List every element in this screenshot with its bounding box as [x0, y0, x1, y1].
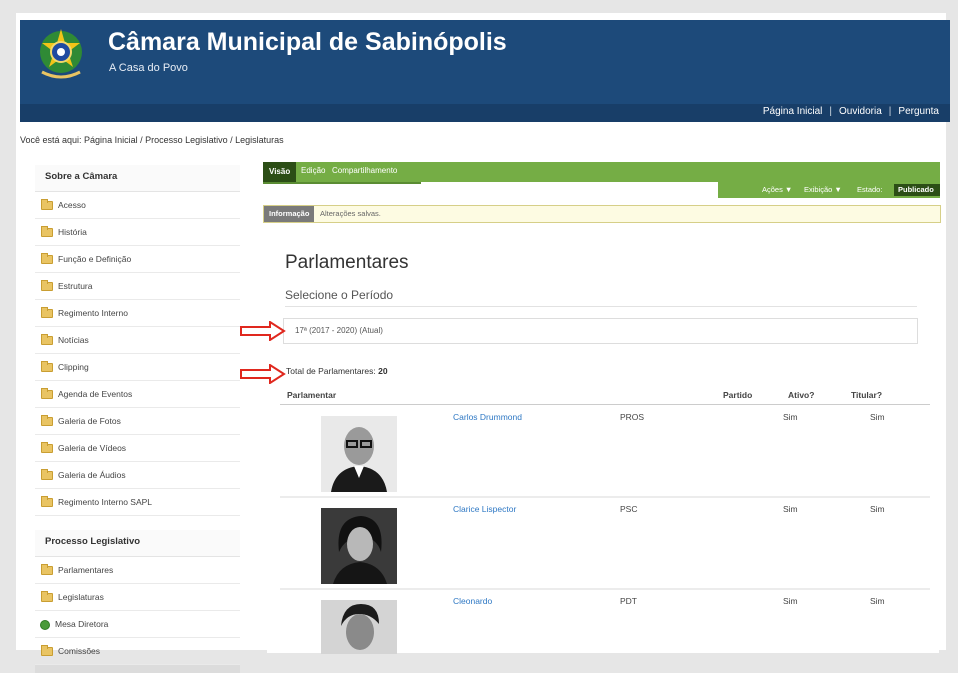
- total-parlamentares: Total de Parlamentares: 20: [286, 366, 388, 376]
- gear-icon: [41, 620, 49, 629]
- table-row: Carlos Drummond PROS Sim Sim: [280, 406, 930, 498]
- party-cell: PDT: [620, 596, 637, 606]
- breadcrumb: Você está aqui: Página Inicial / Process…: [20, 135, 284, 145]
- exibicao-menu[interactable]: Exibição ▼: [804, 185, 842, 194]
- parlamentar-name-link[interactable]: Cleonardo: [453, 596, 492, 606]
- sidebar-item-galeria-videos[interactable]: Galeria de Vídeos: [35, 435, 240, 462]
- column-header-parlamentar[interactable]: Parlamentar: [287, 390, 336, 400]
- ativo-cell: Sim: [783, 504, 798, 514]
- sidebar-item-mesa-diretora[interactable]: Mesa Diretora: [35, 611, 240, 638]
- folder-icon: [41, 496, 53, 508]
- info-text: Alterações salvas.: [320, 209, 381, 218]
- sidebar-item-galeria-fotos[interactable]: Galeria de Fotos: [35, 408, 240, 435]
- sidebar-section-title: Sobre a Câmara: [35, 165, 240, 192]
- sidebar-section-title: Processo Legislativo: [35, 530, 240, 557]
- party-cell: PROS: [620, 412, 645, 422]
- titular-cell: Sim: [870, 412, 885, 422]
- top-navbar: Página Inicial | Ouvidoria | Pergunta: [20, 104, 950, 122]
- sidebar-item-regimento-sapl[interactable]: Regimento Interno SAPL: [35, 489, 240, 516]
- divider: [285, 306, 917, 307]
- total-value: 20: [378, 366, 388, 376]
- sidebar-item-legislaturas[interactable]: Legislaturas: [35, 584, 240, 611]
- sidebar-item-acesso[interactable]: Acesso: [35, 192, 240, 219]
- estado-menu[interactable]: Publicado ▼: [894, 184, 940, 206]
- parlamentar-photo[interactable]: [321, 416, 397, 492]
- sidebar-item-clipping[interactable]: Clipping: [35, 354, 240, 381]
- select-period-label: Selecione o Período: [285, 288, 394, 302]
- table-header: Parlamentar Partido Ativo? Titular?: [280, 388, 930, 405]
- column-header-titular[interactable]: Titular?: [851, 390, 882, 400]
- sidebar-item-noticias[interactable]: Notícias: [35, 327, 240, 354]
- estado-label: Estado:: [857, 185, 883, 194]
- sidebar-item-comissoes[interactable]: Comissões: [35, 638, 240, 665]
- sidebar-item-galeria-audios[interactable]: Galeria de Áudios: [35, 462, 240, 489]
- folder-icon: [41, 469, 53, 481]
- sidebar-item-regimento[interactable]: Regimento Interno: [35, 300, 240, 327]
- column-header-ativo[interactable]: Ativo?: [788, 390, 814, 400]
- sidebar-item-historia[interactable]: História: [35, 219, 240, 246]
- sidebar-item-funcao[interactable]: Função e Definição: [35, 246, 240, 273]
- arrow-right-icon: [240, 364, 286, 384]
- folder-icon: [41, 361, 53, 373]
- sidebar-item-agenda[interactable]: Agenda de Eventos: [35, 381, 240, 408]
- site-subtitle: A Casa do Povo: [109, 62, 188, 74]
- coat-of-arms-icon[interactable]: [36, 26, 86, 82]
- tab-visao[interactable]: Visão: [263, 162, 297, 182]
- sidebar-selected-item[interactable]: [35, 665, 240, 673]
- folder-icon: [41, 591, 53, 603]
- info-message: Informação Alterações salvas.: [263, 205, 941, 223]
- site-header: Câmara Municipal de Sabinópolis A Casa d…: [20, 20, 950, 104]
- tab-compartilhamento[interactable]: Compartilhamento: [332, 166, 397, 175]
- tab-edicao[interactable]: Edição: [301, 166, 325, 175]
- sidebar-item-estrutura[interactable]: Estrutura: [35, 273, 240, 300]
- edit-tabs-bar: Visão Edição Compartilhamento: [263, 162, 940, 184]
- parlamentar-name-link[interactable]: Clarice Lispector: [453, 504, 516, 514]
- folder-icon: [41, 442, 53, 454]
- ativo-cell: Sim: [783, 412, 798, 422]
- folder-icon: [41, 199, 53, 211]
- folder-icon: [41, 226, 53, 238]
- folder-icon: [41, 415, 53, 427]
- acoes-menu[interactable]: Ações ▼: [762, 185, 792, 194]
- nav-link-home[interactable]: Página Inicial: [758, 106, 827, 117]
- column-header-partido[interactable]: Partido: [723, 390, 752, 400]
- page-title: Parlamentares: [285, 252, 409, 273]
- folder-icon: [41, 334, 53, 346]
- party-cell: PSC: [620, 504, 638, 514]
- nav-link-perguntas[interactable]: Pergunta: [893, 106, 944, 117]
- folder-icon: [41, 388, 53, 400]
- nav-link-ouvidoria[interactable]: Ouvidoria: [834, 106, 887, 117]
- folder-icon: [41, 253, 53, 265]
- folder-icon: [41, 307, 53, 319]
- sidebar-item-parlamentares[interactable]: Parlamentares: [35, 557, 240, 584]
- titular-cell: Sim: [870, 596, 885, 606]
- folder-icon: [41, 564, 53, 576]
- period-value: 17ª (2017 - 2020) (Atual): [295, 326, 383, 335]
- nav-separator: |: [829, 106, 832, 117]
- arrow-right-icon: [240, 321, 286, 341]
- sidebar: Sobre a Câmara Acesso História Função e …: [35, 165, 240, 673]
- site-title[interactable]: Câmara Municipal de Sabinópolis: [108, 28, 507, 57]
- nav-separator: |: [888, 106, 892, 117]
- folder-icon: [41, 645, 53, 657]
- table-row: Cleonardo PDT Sim Sim: [280, 590, 930, 654]
- period-select[interactable]: 17ª (2017 - 2020) (Atual): [283, 318, 918, 344]
- parlamentar-photo[interactable]: [321, 508, 397, 584]
- folder-icon: [41, 280, 53, 292]
- table-row: Clarice Lispector PSC Sim Sim: [280, 498, 930, 590]
- parlamentar-name-link[interactable]: Carlos Drummond: [453, 412, 522, 422]
- titular-cell: Sim: [870, 504, 885, 514]
- info-label: Informação: [264, 206, 315, 222]
- actions-bar: Ações ▼ Exibição ▼ Estado: Publicado ▼: [718, 182, 940, 206]
- ativo-cell: Sim: [783, 596, 798, 606]
- parlamentar-photo[interactable]: [321, 600, 397, 654]
